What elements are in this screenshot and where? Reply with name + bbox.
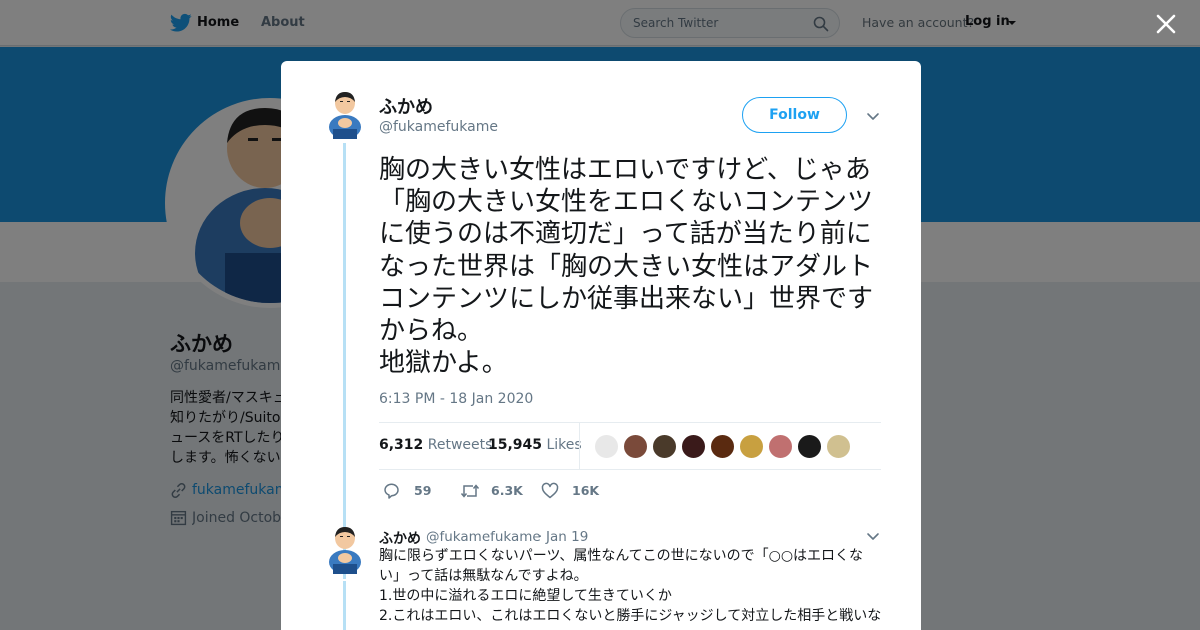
tweet-text: 胸の大きい女性はエロいですけど、じゃあ「胸の大きい女性をエロくないコンテンツに使…	[379, 155, 874, 379]
chevron-down-icon[interactable]	[866, 529, 880, 543]
retweet-button[interactable]: 6.3K	[460, 481, 530, 501]
tweet-timestamp[interactable]: 6:13 PM - 18 Jan 2020	[379, 391, 533, 407]
reply-author-handle[interactable]: @fukamefukame	[426, 529, 541, 545]
reply-text: 胸に限らずエロくないパーツ、属性なんてこの世にないので「○○はエロくな い」って…	[379, 546, 885, 626]
liker-avatar[interactable]	[826, 434, 851, 459]
follow-button[interactable]: Follow	[742, 97, 847, 133]
reply-date[interactable]: Jan 19	[546, 529, 588, 545]
reply-text-line: い」って話は無駄なんですよね。	[379, 568, 588, 584]
liker-avatar[interactable]	[594, 434, 619, 459]
liker-avatar[interactable]	[652, 434, 677, 459]
reply-author-name[interactable]: ふかめ	[379, 528, 421, 548]
liker-avatar[interactable]	[739, 434, 764, 459]
liker-avatar[interactable]	[768, 434, 793, 459]
reply-separator: ·	[538, 529, 543, 545]
tweet-author-name[interactable]: ふかめ	[379, 93, 433, 119]
thread-connector	[343, 143, 346, 579]
like-count: 16K	[572, 483, 600, 498]
retweet-count: 6.3K	[491, 483, 523, 498]
like-button[interactable]: 16K	[541, 481, 606, 501]
stats-divider	[579, 423, 580, 469]
likes-label: Likes	[546, 437, 582, 453]
tweet-modal: ふかめ @fukamefukame Follow 胸の大きい女性はエロいですけど…	[281, 61, 921, 630]
likes-stat[interactable]: 15,945 Likes	[488, 437, 582, 453]
retweets-label: Retweets	[427, 437, 493, 453]
retweet-icon	[460, 484, 480, 498]
reply-text-line: 2.これはエロい、これはエロくないと勝手にジャッジして対立した相手と戦いな	[379, 608, 882, 624]
heart-icon	[541, 482, 559, 499]
likes-count: 15,945	[488, 437, 543, 453]
avatar[interactable]	[325, 526, 365, 574]
reply-icon	[384, 483, 399, 499]
avatar[interactable]	[325, 91, 365, 139]
reply-text-line: 1.世の中に溢れるエロに絶望して生きていくか	[379, 588, 672, 604]
liker-avatar[interactable]	[797, 434, 822, 459]
tweet-author-handle[interactable]: @fukamefukame	[379, 119, 498, 135]
liker-avatar[interactable]	[623, 434, 648, 459]
liker-avatar[interactable]	[681, 434, 706, 459]
chevron-down-icon[interactable]	[866, 109, 880, 123]
retweets-count: 6,312	[379, 437, 424, 453]
thread-connector	[343, 581, 346, 630]
close-icon[interactable]	[1152, 10, 1180, 38]
tweet-actions: 59 6.3K 16K	[379, 481, 879, 501]
reply-button[interactable]: 59	[383, 481, 443, 501]
retweets-stat[interactable]: 6,312 Retweets	[379, 437, 492, 453]
liker-avatar[interactable]	[710, 434, 735, 459]
tweet-stats: 6,312 Retweets 15,945 Likes	[379, 422, 881, 470]
reply-count: 59	[414, 483, 432, 498]
reply-text-line: 胸に限らずエロくないパーツ、属性なんてこの世にないので「○○はエロくな	[379, 548, 864, 564]
